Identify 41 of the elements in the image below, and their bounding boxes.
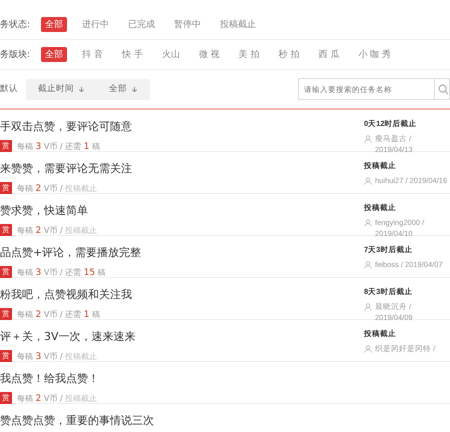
task-price: 每稿 3 V币 / 还需 15 稿 (17, 266, 106, 278)
filter-option[interactable]: 火山 (158, 47, 184, 62)
user-icon (364, 303, 372, 311)
task-title[interactable]: 来赞赞，需要评论无需关注 (0, 161, 132, 176)
task-price: 每稿 2 V币 / 投稿截止 (17, 224, 98, 236)
filter-option[interactable]: 抖 音 (78, 47, 107, 62)
user-icon (364, 135, 372, 143)
task-price: 每稿 2 V币 / 投稿截止 (17, 182, 98, 194)
search-button[interactable] (435, 78, 450, 100)
filter-option[interactable]: 美 拍 (234, 47, 264, 62)
task-title[interactable]: 我点赞！给我点赞！ (0, 371, 99, 386)
task-title[interactable]: 评＋关，3V一次，速来速来 (0, 329, 136, 344)
task-title[interactable]: 粉我吧，点赞视频和关注我 (0, 287, 132, 302)
task-title[interactable]: 品点赞+评论，需要播放完整 (0, 245, 142, 260)
filter-option[interactable]: 微 视 (194, 47, 224, 62)
task-title[interactable]: 赞点赞点赞，重要的事情说三次 (0, 413, 154, 428)
filter-option[interactable]: 快 手 (118, 47, 147, 62)
filter-option[interactable]: 全部 (41, 17, 68, 32)
task-title[interactable]: 赞求赞，快速简单 (0, 203, 98, 218)
filter-option[interactable]: 暂停中 (170, 17, 206, 32)
filter-option[interactable]: 投稿截止 (216, 17, 260, 32)
filter-option[interactable]: 进行中 (78, 17, 114, 32)
task-price: 每稿 3 V币 / 还需 1 稿 (17, 140, 100, 152)
task-price: 每稿 2 V币 / 投稿截止 (17, 392, 98, 404)
user-icon (364, 219, 372, 227)
filter-option[interactable]: 已完成 (124, 17, 160, 32)
task-price: 每稿 3 V币 / 投稿截止 (17, 350, 98, 362)
user-icon (364, 261, 372, 269)
task-price: 每稿 2 V币 / 还需 1 稿 (17, 308, 100, 320)
filter-label: 务版块: (0, 48, 30, 61)
search-icon (438, 84, 449, 94)
filter-label: 务状态: (0, 18, 30, 31)
sort-tab[interactable]: 截止时间 (26, 78, 97, 100)
sort-tab[interactable]: 全部 (97, 78, 150, 100)
user-icon (364, 177, 372, 185)
filter-option[interactable]: 秒 拍 (274, 47, 304, 62)
task-title[interactable]: 手双击点赞，要评论可随意 (0, 119, 132, 134)
filter-option[interactable]: 小 咖 秀 (354, 47, 396, 62)
filter-option[interactable]: 西 瓜 (314, 47, 344, 62)
filter-option[interactable]: 全部 (41, 47, 68, 62)
user-icon (364, 345, 372, 353)
